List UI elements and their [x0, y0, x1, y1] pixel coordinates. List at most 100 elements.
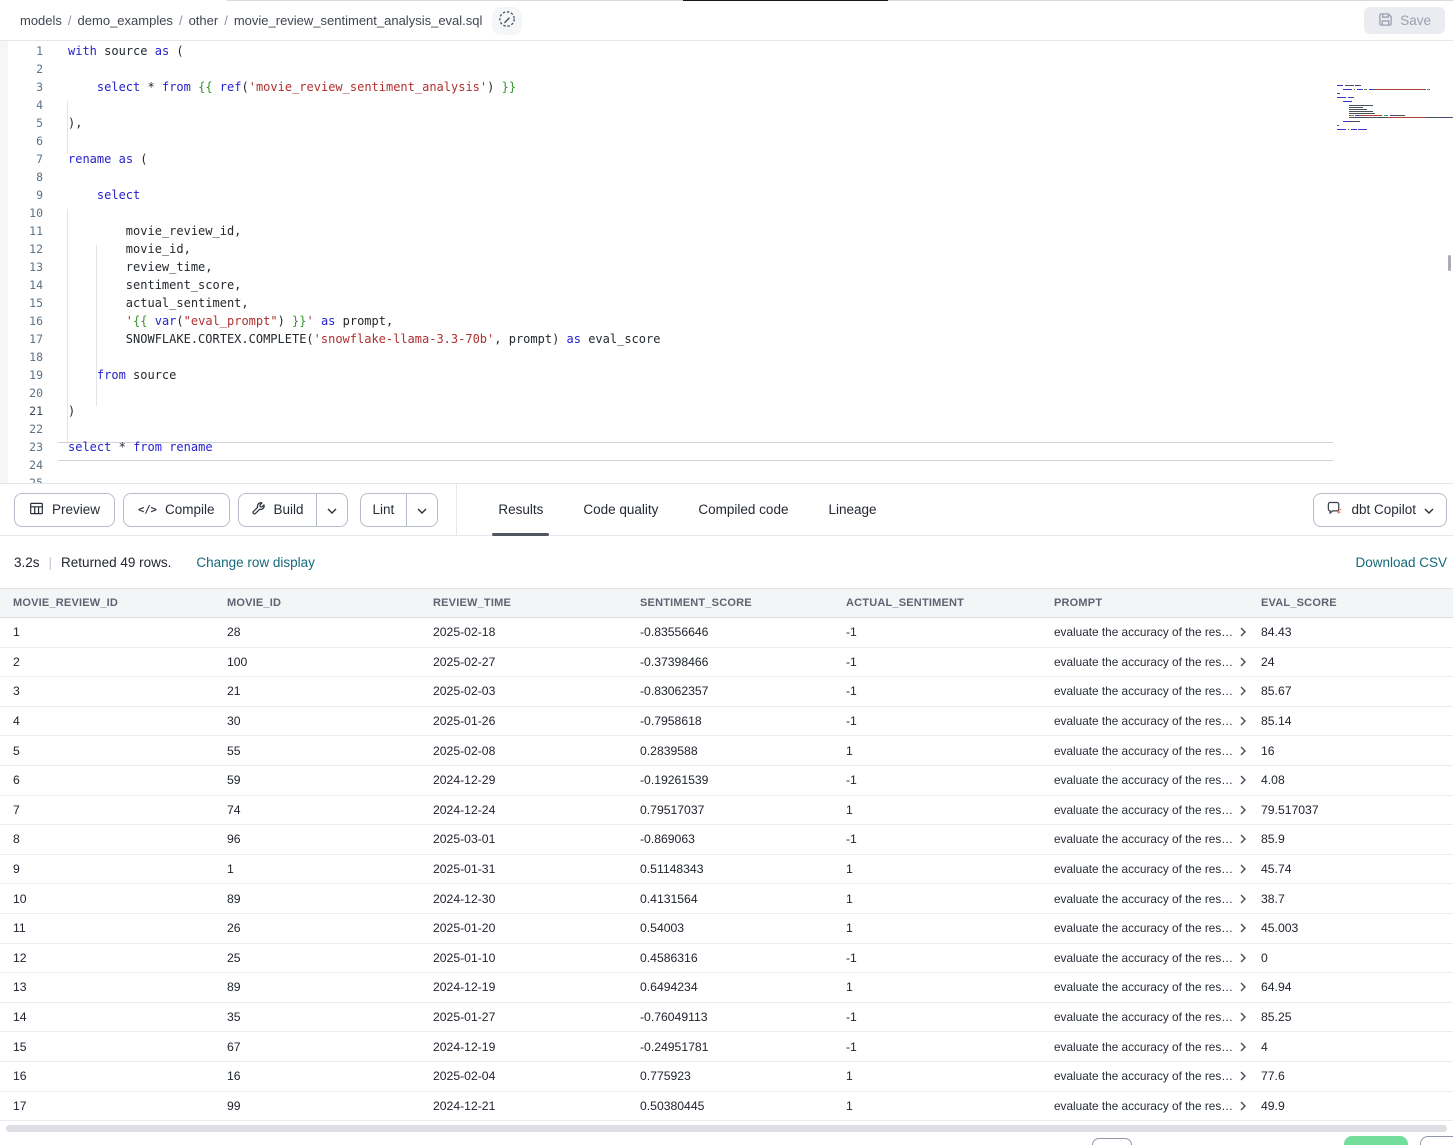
tab-lineage[interactable]: Lineage	[825, 484, 879, 536]
line-number: 10	[0, 204, 56, 222]
minimap-line	[1337, 105, 1447, 106]
edit-mode-toggle-button[interactable]	[492, 7, 522, 35]
table-row: 10892024-12-300.41315641evaluate the acc…	[0, 884, 1453, 914]
expand-cell-chevron-icon[interactable]	[1239, 1101, 1248, 1111]
prompt-preview-text: evaluate the accuracy of the res…	[1054, 1040, 1233, 1054]
minimap-line	[1337, 85, 1447, 86]
table-row: 11262025-01-200.540031evaluate the accur…	[0, 914, 1453, 944]
prompt-cell: evaluate the accuracy of the res…	[1041, 655, 1248, 669]
prompt-cell: evaluate the accuracy of the res…	[1041, 892, 1248, 906]
expand-cell-chevron-icon[interactable]	[1239, 686, 1248, 696]
prompt-preview-text: evaluate the accuracy of the res…	[1054, 803, 1233, 817]
column-header-eval_score: EVAL_SCORE	[1248, 597, 1453, 609]
expand-cell-chevron-icon[interactable]	[1239, 1042, 1248, 1052]
table-cell: 2024-12-29	[420, 773, 627, 787]
build-dropdown-button[interactable]	[317, 494, 347, 526]
lint-dropdown-button[interactable]	[407, 494, 437, 526]
editor-vertical-scrollbar[interactable]	[1448, 255, 1451, 271]
table-cell: 2025-02-27	[420, 655, 627, 669]
expand-cell-chevron-icon[interactable]	[1239, 627, 1248, 637]
tab-results[interactable]: Results	[495, 484, 546, 536]
horizontal-scrollbar[interactable]	[6, 1125, 1447, 1132]
code-editor[interactable]: 1234567891011121314151617181920212223242…	[0, 41, 1453, 483]
code-line: select	[68, 186, 1330, 204]
results-tab-bar: Results Code quality Compiled code Lineage	[495, 484, 879, 536]
bottom-cutoff-button[interactable]	[1092, 1138, 1132, 1145]
compile-button[interactable]: </> Compile	[123, 493, 230, 527]
bottom-status-pill[interactable]	[1344, 1136, 1408, 1145]
expand-cell-chevron-icon[interactable]	[1239, 775, 1248, 785]
table-cell: 1	[833, 862, 1041, 876]
code-line	[68, 348, 1330, 366]
table-cell: 85.9	[1248, 832, 1453, 846]
prompt-preview-text: evaluate the accuracy of the res…	[1054, 655, 1233, 669]
expand-cell-chevron-icon[interactable]	[1239, 1071, 1248, 1081]
minimap[interactable]	[1337, 85, 1447, 135]
table-cell: 26	[214, 921, 420, 935]
line-number: 21	[0, 402, 56, 420]
minimap-line	[1337, 107, 1447, 108]
table-cell: 59	[214, 773, 420, 787]
table-cell: 11	[0, 921, 214, 935]
copilot-button-label: dbt Copilot	[1351, 502, 1416, 517]
table-cell: 2024-12-30	[420, 892, 627, 906]
minimap-line	[1337, 91, 1447, 92]
table-cell: 1	[833, 921, 1041, 935]
table-cell: 2025-01-10	[420, 951, 627, 965]
bottom-cutoff-button[interactable]	[1420, 1136, 1453, 1145]
table-cell: 16	[214, 1069, 420, 1083]
table-row: 6592024-12-29-0.19261539-1evaluate the a…	[0, 766, 1453, 796]
build-button[interactable]: Build	[239, 494, 317, 526]
expand-cell-chevron-icon[interactable]	[1239, 923, 1248, 933]
table-row: 7742024-12-240.795170371evaluate the acc…	[0, 796, 1453, 826]
change-row-display-link[interactable]: Change row display	[196, 555, 315, 570]
table-cell: 2025-01-31	[420, 862, 627, 876]
expand-cell-chevron-icon[interactable]	[1239, 657, 1248, 667]
breadcrumb: models/demo_examples/other/movie_review_…	[20, 13, 482, 28]
prompt-cell: evaluate the accuracy of the res…	[1041, 714, 1248, 728]
code-line: '{{ var("eval_prompt") }}' as prompt,	[68, 312, 1330, 330]
prompt-preview-text: evaluate the accuracy of the res…	[1054, 1069, 1233, 1083]
build-button-label: Build	[274, 502, 304, 517]
breadcrumb-segment[interactable]: other	[189, 13, 219, 28]
prompt-cell: evaluate the accuracy of the res…	[1041, 773, 1248, 787]
table-row: 8962025-03-01-0.869063-1evaluate the acc…	[0, 825, 1453, 855]
dbt-ide-window: models/demo_examples/other/movie_review_…	[0, 0, 1453, 1145]
expand-cell-chevron-icon[interactable]	[1239, 746, 1248, 756]
breadcrumb-segment[interactable]: models	[20, 13, 62, 28]
prompt-preview-text: evaluate the accuracy of the res…	[1054, 892, 1233, 906]
table-cell: 4	[1248, 1040, 1453, 1054]
table-cell: 2	[0, 655, 214, 669]
table-cell: 0.2839588	[627, 744, 833, 758]
table-cell: 2024-12-19	[420, 980, 627, 994]
minimap-line	[1337, 129, 1447, 130]
minimap-line	[1337, 99, 1447, 100]
expand-cell-chevron-icon[interactable]	[1239, 953, 1248, 963]
download-csv-link[interactable]: Download CSV	[1355, 555, 1447, 570]
expand-cell-chevron-icon[interactable]	[1239, 864, 1248, 874]
tab-compiled-code[interactable]: Compiled code	[695, 484, 791, 536]
expand-cell-chevron-icon[interactable]	[1239, 834, 1248, 844]
table-cell: 85.67	[1248, 684, 1453, 698]
line-number: 13	[0, 258, 56, 276]
breadcrumb-segment[interactable]: demo_examples	[78, 13, 173, 28]
prompt-preview-text: evaluate the accuracy of the res…	[1054, 832, 1233, 846]
expand-cell-chevron-icon[interactable]	[1239, 982, 1248, 992]
preview-button[interactable]: Preview	[14, 493, 115, 527]
save-button[interactable]: Save	[1364, 7, 1445, 34]
expand-cell-chevron-icon[interactable]	[1239, 716, 1248, 726]
expand-cell-chevron-icon[interactable]	[1239, 1012, 1248, 1022]
tab-code-quality[interactable]: Code quality	[580, 484, 661, 536]
breadcrumb-segment: movie_review_sentiment_analysis_eval.sql	[234, 13, 483, 28]
column-header-sentiment_score: SENTIMENT_SCORE	[627, 597, 833, 609]
line-number: 24	[0, 456, 56, 474]
minimap-line	[1337, 119, 1447, 120]
table-row: 12252025-01-100.4586316-1evaluate the ac…	[0, 944, 1453, 974]
lint-button[interactable]: Lint	[361, 494, 408, 526]
minimap-line	[1337, 127, 1447, 128]
table-cell: 2025-02-08	[420, 744, 627, 758]
line-number: 14	[0, 276, 56, 294]
dbt-copilot-button[interactable]: dbt Copilot	[1313, 493, 1447, 527]
expand-cell-chevron-icon[interactable]	[1239, 805, 1248, 815]
expand-cell-chevron-icon[interactable]	[1239, 894, 1248, 904]
